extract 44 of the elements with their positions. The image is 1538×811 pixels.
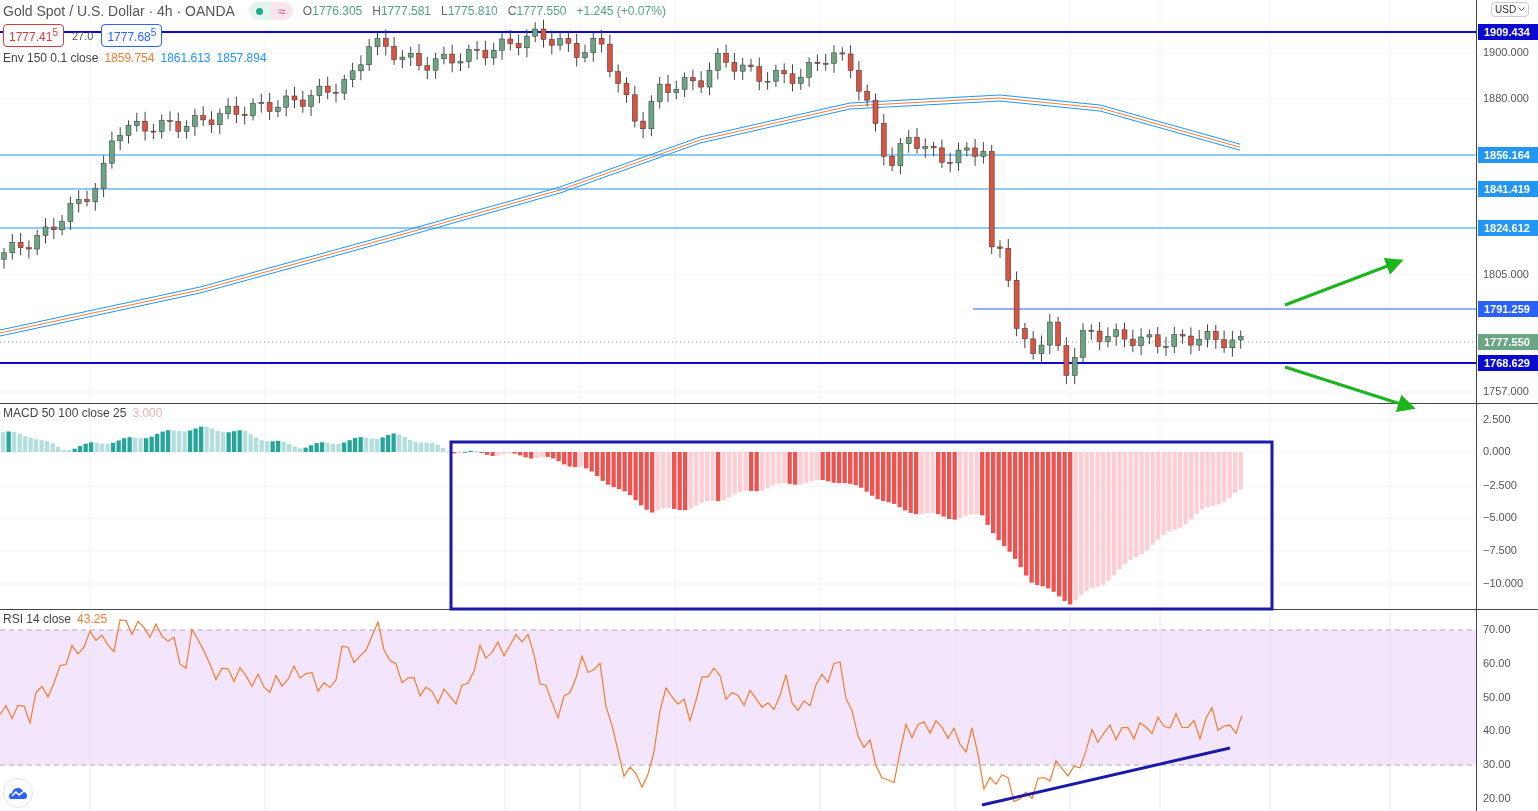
axis-tick-label: −10.000 xyxy=(1483,577,1524,589)
indicator-value: 3.000 xyxy=(132,406,163,420)
axis-tick-label: 1757.000 xyxy=(1483,385,1529,397)
level-price-label: 1768.629 xyxy=(1478,355,1538,371)
axis-tick-label: 30.00 xyxy=(1483,758,1511,770)
axis-tick-label: 1880.000 xyxy=(1483,92,1529,104)
market-open-icon[interactable] xyxy=(248,2,271,20)
ohlc-value: C1777.550 xyxy=(507,4,567,18)
level-price-label: 1856.164 xyxy=(1478,147,1538,163)
level-price-label: 1791.259 xyxy=(1478,301,1538,317)
axis-tick-label: 40.00 xyxy=(1483,724,1511,736)
ohlc-value: H1777.581 xyxy=(372,4,431,18)
indicator-value: 43.25 xyxy=(77,612,108,626)
buy-price-button[interactable]: 1777.68$^{5}$ xyxy=(101,24,163,47)
indicator-value: 1859.754 xyxy=(104,51,155,65)
level-price-label: 1909.434 xyxy=(1478,24,1538,40)
ohlc-value: O1776.305 xyxy=(302,4,363,18)
indicator-name[interactable]: MACD 50 100 close 25 xyxy=(3,406,127,420)
sell-price-button[interactable]: 1777.41$^{5}$ xyxy=(3,24,64,47)
axis-tick-label: 1805.000 xyxy=(1483,268,1529,280)
currency-button[interactable]: USD xyxy=(1491,2,1530,17)
spread-value: 27.0 xyxy=(71,29,94,42)
logo-icon[interactable] xyxy=(3,778,33,808)
axis-tick-label: −2.500 xyxy=(1483,479,1517,491)
caret-icon xyxy=(1518,7,1526,12)
axis-tick-label: −7.500 xyxy=(1483,544,1517,556)
symbol-title: Gold Spot / U.S. Dollar · 4h · OANDA xyxy=(3,3,235,19)
axis-tick-label: −5.000 xyxy=(1483,511,1517,523)
level-price-label: 1824.612 xyxy=(1478,220,1538,236)
axis-tick-label: 2.500 xyxy=(1483,413,1511,425)
indicator-value: 1857.894 xyxy=(216,51,267,65)
ohlc-value: L1775.810 xyxy=(441,4,498,18)
axis-tick-label: 20.00 xyxy=(1483,792,1511,804)
axis-tick-label: 50.00 xyxy=(1483,691,1511,703)
axis-tick-label: 0.000 xyxy=(1483,445,1511,457)
level-price-label: 1841.419 xyxy=(1478,181,1538,197)
axis-tick-label: 60.00 xyxy=(1483,657,1511,669)
indicator-name[interactable]: RSI 14 close xyxy=(3,612,72,626)
last-price-label: 1777.550 xyxy=(1478,334,1538,350)
axis-tick-label: 1900.000 xyxy=(1483,46,1529,58)
price-change: +1.245 (+0.07%) xyxy=(576,4,666,18)
indicator-name[interactable]: Env 150 0.1 close xyxy=(3,51,99,65)
axis-tick-label: 70.00 xyxy=(1483,623,1511,635)
indicator-value: 1861.613 xyxy=(160,51,211,65)
